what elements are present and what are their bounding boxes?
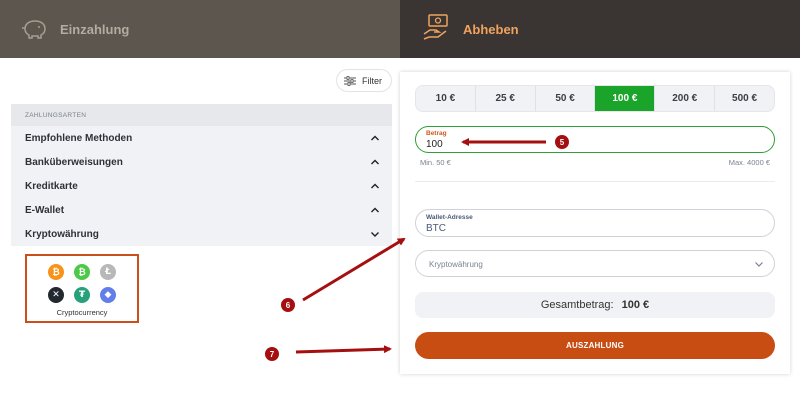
amount-option-100[interactable]: 100 € bbox=[595, 86, 656, 111]
divider bbox=[415, 181, 775, 182]
method-label: Empfohlene Methoden bbox=[25, 132, 133, 144]
min-amount: Min. 50 € bbox=[420, 158, 451, 167]
ethereum-icon: ◆ bbox=[100, 287, 116, 303]
method-e-wallet[interactable]: E-Wallet bbox=[11, 198, 392, 222]
chevron-down-icon bbox=[371, 232, 379, 237]
bitcoin-cash-icon: ₿ bbox=[74, 264, 90, 280]
method-label: Banküberweisungen bbox=[25, 156, 123, 168]
method-label: E-Wallet bbox=[25, 204, 65, 216]
method-credit-card[interactable]: Kreditkarte bbox=[11, 174, 392, 198]
filter-button[interactable]: Filter bbox=[336, 69, 392, 92]
payment-methods-header: ZAHLUNGSARTEN bbox=[11, 104, 392, 126]
annotation-arrow-6 bbox=[302, 237, 406, 302]
max-amount: Max. 4000 € bbox=[728, 158, 770, 167]
wallet-address-label: Wallet-Adresse bbox=[426, 214, 473, 221]
amount-field[interactable]: Betrag 100 bbox=[415, 126, 775, 153]
chevron-up-icon bbox=[371, 135, 379, 141]
hand-money-icon bbox=[423, 14, 448, 40]
litecoin-icon: Ł bbox=[100, 264, 116, 280]
total-value: 100 € bbox=[621, 299, 650, 311]
amount-field-label: Betrag bbox=[426, 130, 447, 137]
sliders-icon bbox=[344, 75, 356, 86]
amount-field-value[interactable]: 100 bbox=[426, 139, 443, 150]
bitcoin-icon: ₿ bbox=[48, 264, 64, 280]
annotation-number: 6 bbox=[286, 301, 291, 310]
annotation-arrow-7 bbox=[295, 345, 392, 354]
annotation-badge-7: 7 bbox=[265, 347, 279, 361]
chevron-up-icon bbox=[371, 207, 379, 213]
cryptocurrency-option[interactable]: ₿ ₿ Ł ✕ ₮ ◆ Cryptocurrency bbox=[25, 254, 139, 323]
amount-option-50[interactable]: 50 € bbox=[536, 86, 596, 111]
chevron-up-icon bbox=[371, 183, 379, 189]
total-amount: Gesamtbetrag: 100 € bbox=[415, 292, 775, 318]
amount-option-200[interactable]: 200 € bbox=[655, 86, 716, 111]
withdraw-page: Einzahlung Abheben Filter ZAHLUNGSARTEN … bbox=[0, 0, 800, 400]
chevron-up-icon bbox=[371, 159, 379, 165]
tab-deposit[interactable]: Einzahlung bbox=[0, 0, 400, 58]
amount-presets: 10 € 25 € 50 € 100 € 200 € 500 € bbox=[415, 85, 775, 112]
wallet-address-field[interactable]: Wallet-Adresse BTC bbox=[415, 209, 775, 237]
amount-option-500[interactable]: 500 € bbox=[715, 86, 774, 111]
tab-withdraw-label: Abheben bbox=[463, 22, 519, 37]
tether-icon: ₮ bbox=[74, 287, 90, 303]
method-label: Kryptowährung bbox=[25, 228, 99, 240]
method-crypto[interactable]: Kryptowährung bbox=[11, 222, 392, 246]
payment-methods-list: ZAHLUNGSARTEN Empfohlene Methoden Banküb… bbox=[11, 104, 392, 246]
amount-option-10[interactable]: 10 € bbox=[416, 86, 476, 111]
crypto-currency-placeholder: Kryptowährung bbox=[429, 260, 483, 269]
wallet-address-value[interactable]: BTC bbox=[426, 223, 446, 234]
chevron-down-icon bbox=[755, 262, 763, 267]
filter-label: Filter bbox=[362, 75, 382, 86]
withdraw-panel: 10 € 25 € 50 € 100 € 200 € 500 € Betrag … bbox=[400, 72, 790, 374]
tab-withdraw[interactable]: Abheben bbox=[400, 0, 800, 58]
method-label: Kreditkarte bbox=[25, 180, 78, 192]
tab-deposit-label: Einzahlung bbox=[60, 22, 130, 37]
total-label: Gesamtbetrag: bbox=[540, 299, 614, 311]
cryptocurrency-label: Cryptocurrency bbox=[56, 308, 108, 317]
annotation-badge-6: 6 bbox=[281, 298, 295, 312]
annotation-number: 7 bbox=[270, 350, 275, 359]
method-recommended[interactable]: Empfohlene Methoden bbox=[11, 126, 392, 150]
xrp-icon: ✕ bbox=[48, 287, 64, 303]
payout-button[interactable]: AUSZAHLUNG bbox=[415, 332, 775, 359]
method-bank-transfer[interactable]: Banküberweisungen bbox=[11, 150, 392, 174]
crypto-currency-select[interactable]: Kryptowährung bbox=[415, 250, 775, 277]
piggy-bank-icon bbox=[22, 20, 46, 39]
amount-option-25[interactable]: 25 € bbox=[476, 86, 536, 111]
